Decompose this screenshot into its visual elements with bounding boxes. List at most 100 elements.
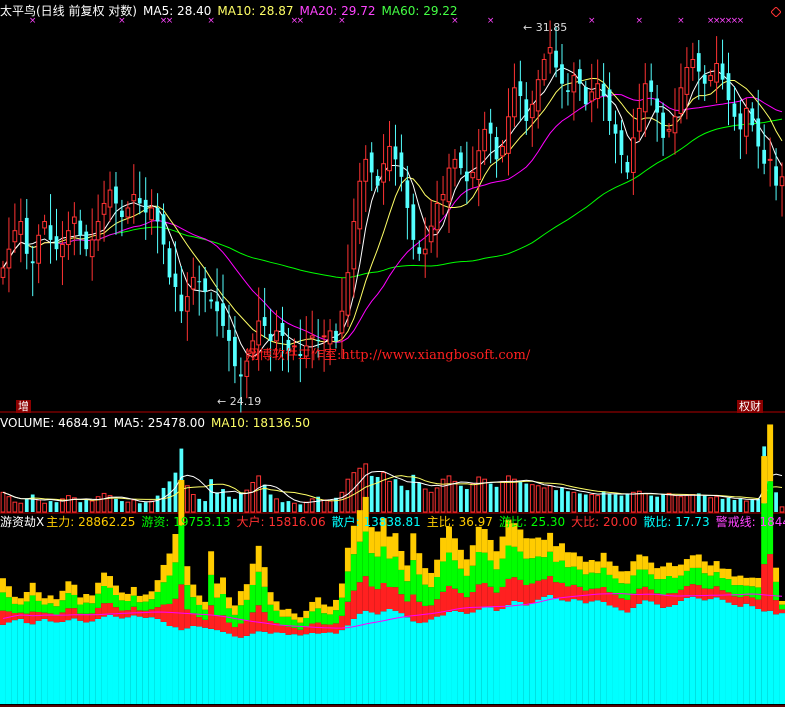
candle-body	[309, 335, 315, 339]
volume-bar	[120, 501, 124, 512]
sanhu-bar	[95, 618, 102, 704]
candle-body	[274, 330, 279, 342]
zhuli-bar	[214, 583, 221, 598]
candle-body	[684, 67, 690, 95]
dahu-bar	[410, 594, 417, 622]
youzi-bar	[166, 575, 173, 604]
info-tag-right[interactable]: 权财	[737, 400, 763, 413]
sanhu-bar	[410, 621, 417, 704]
zhuli-bar	[17, 598, 24, 605]
sanhu-bar	[386, 609, 393, 704]
volume-bar	[500, 480, 505, 513]
youzi-bar	[666, 576, 673, 594]
volume-bar	[227, 496, 231, 512]
jingjie-readout: 警戒线: 18441.29	[715, 515, 785, 529]
sanhu-bar	[737, 606, 744, 704]
sanhu-bar	[588, 601, 595, 704]
sanhu-bar	[344, 625, 351, 704]
zhuli-bar	[755, 577, 762, 588]
youzi-bar	[309, 611, 316, 624]
youzi-bar	[327, 614, 334, 625]
youzi-bar	[350, 554, 357, 591]
volume-bar	[738, 498, 743, 512]
dahu-bar	[35, 612, 42, 621]
volume-bar	[280, 502, 285, 512]
volume-bar	[642, 492, 648, 513]
volume-bar	[143, 502, 148, 512]
volume-bar	[334, 497, 338, 512]
youzi-bar	[761, 503, 768, 565]
volume-bar	[149, 500, 155, 513]
youzi-bar	[499, 558, 506, 587]
sanhu-bar	[630, 607, 637, 704]
candle-body	[125, 207, 131, 218]
dahu-bar	[309, 623, 316, 633]
sanhu-bar	[333, 633, 339, 704]
zhuli-bar	[107, 576, 113, 588]
zhuli-bar	[636, 554, 643, 570]
dahu-bar	[160, 604, 167, 622]
volume-bar	[309, 498, 315, 513]
candle-body	[197, 281, 202, 283]
sanhu-bar	[172, 627, 179, 704]
dahu-bar	[136, 610, 143, 617]
sanhu-bar	[713, 597, 720, 704]
dahu-bar	[380, 582, 387, 612]
volume-readout: VOLUME: 4684.91	[0, 416, 108, 430]
signal-mark: ×	[677, 16, 685, 26]
sanhu-bar	[767, 610, 774, 704]
candle-body	[506, 116, 511, 154]
zhuli-bar	[481, 529, 488, 553]
zhuli-bar	[576, 556, 583, 570]
candle-body	[339, 310, 345, 334]
candle-body	[560, 64, 564, 84]
candle-body	[529, 103, 535, 119]
sanhu-bar	[505, 604, 512, 704]
dahu-bar	[481, 583, 488, 607]
diamond-icon[interactable]	[771, 7, 781, 17]
sanhu-bar	[208, 628, 215, 704]
volume-bar	[184, 485, 190, 513]
youzi-bar	[725, 579, 732, 593]
sanhu-bar	[196, 626, 203, 704]
dahu-bar	[368, 586, 375, 613]
dahu-bar	[517, 579, 524, 602]
dabi-readout: 大比: 20.00	[571, 515, 638, 529]
zhuli-bar	[136, 595, 143, 603]
candle-body	[630, 137, 636, 173]
youzi-bar	[53, 606, 60, 616]
dahu-bar	[303, 627, 310, 635]
youzi-bar	[237, 605, 244, 624]
info-tag-left[interactable]: 增	[16, 400, 31, 413]
sanhu-bar	[743, 603, 750, 704]
volume-bar	[672, 495, 678, 513]
zhuli-bar	[451, 538, 458, 561]
zhuli-bar	[689, 555, 696, 568]
zhuli-bar	[767, 424, 774, 482]
volume-bar	[726, 497, 731, 512]
dahu-bar	[154, 607, 161, 619]
zhuli-bar	[11, 596, 18, 604]
candle-body	[381, 163, 386, 183]
zhuli-bar	[59, 590, 66, 601]
youzi-bar	[612, 578, 619, 595]
ma5-readout: MA5: 28.40	[143, 4, 212, 18]
volume-bar	[114, 498, 118, 512]
dahu-bar	[576, 586, 583, 601]
candle-body	[321, 335, 327, 338]
dahu-bar	[202, 619, 209, 628]
youzi-bar	[178, 525, 185, 585]
volume-bar	[720, 498, 725, 512]
dahu-bar	[184, 609, 191, 629]
candle-body	[89, 239, 95, 258]
youzi-bar	[689, 567, 696, 585]
zhuli-bar	[517, 529, 524, 552]
candle-body	[387, 145, 392, 172]
dahu-bar	[541, 579, 548, 597]
zhuli-bar	[743, 577, 750, 586]
volume-bar	[470, 483, 476, 513]
dahu-bar	[112, 607, 119, 617]
candle-body	[767, 158, 773, 161]
zhuli-bar	[737, 575, 744, 586]
volume-bar	[476, 476, 482, 513]
